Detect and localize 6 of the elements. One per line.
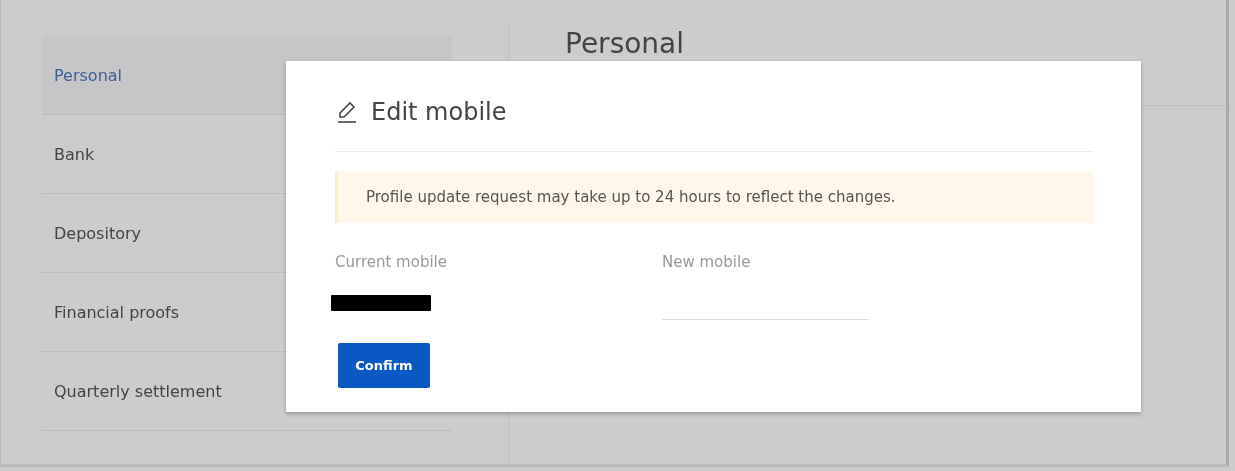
edit-icon <box>335 100 359 124</box>
field-label: New mobile <box>662 253 752 271</box>
notice-banner: Profile update request may take up to 24 hours to reflect the changes. <box>335 171 1093 223</box>
section-title: Personal <box>565 30 686 58</box>
field-label: Current mobile <box>335 253 448 271</box>
confirm-button[interactable]: Confirm <box>338 343 430 388</box>
